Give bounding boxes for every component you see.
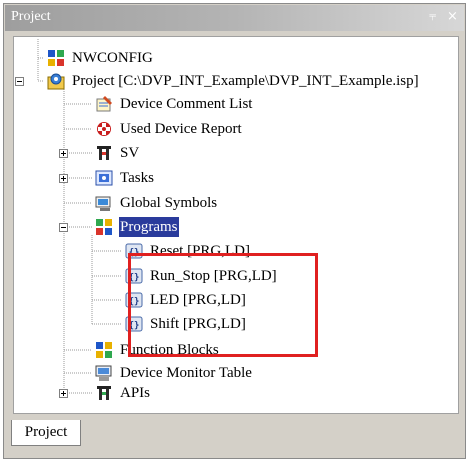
tree-item-programs[interactable]: Programs xyxy=(94,216,179,238)
tree-item-label: Tasks xyxy=(120,170,154,186)
program-icon: {} xyxy=(125,292,143,308)
tab-label: Project xyxy=(24,424,68,440)
tree-item-sv[interactable]: SV xyxy=(94,142,140,164)
svg-text:{}: {} xyxy=(129,297,140,307)
tree-item-tasks[interactable]: Tasks xyxy=(94,167,155,189)
nwconfig-icon xyxy=(48,50,64,66)
tree-item-program-shift[interactable]: {} Shift [PRG,LD] xyxy=(124,313,247,335)
expand-toggle-sv[interactable] xyxy=(59,149,68,158)
device-report-icon xyxy=(97,122,111,136)
panel-tab-strip: Project xyxy=(5,416,464,458)
tree-item-label: LED [PRG,LD] xyxy=(150,292,246,308)
tree-item-label: Device Monitor Table xyxy=(120,365,252,381)
project-tree[interactable]: NWCONFIG Project [C:\DVP_INT_Example\DVP… xyxy=(13,36,459,414)
pin-icon[interactable]: ⫧ xyxy=(429,10,436,24)
expand-toggle-apis[interactable] xyxy=(59,389,68,398)
global-symbols-icon xyxy=(95,196,111,211)
panel-title-bar: Project ⫧ × xyxy=(5,5,464,31)
tree-item-label: Global Symbols xyxy=(120,195,218,211)
tree-item-project[interactable]: Project [C:\DVP_INT_Example\DVP_INT_Exam… xyxy=(46,70,420,92)
programs-icon xyxy=(96,219,112,235)
function-blocks-icon xyxy=(96,342,112,358)
tab-project[interactable]: Project xyxy=(11,420,81,446)
apis-icon xyxy=(97,386,111,400)
tree-item-used-device-report[interactable]: Used Device Report xyxy=(94,118,243,140)
tree-item-device-monitor-table[interactable]: Device Monitor Table xyxy=(94,362,253,384)
program-icon: {} xyxy=(125,268,143,284)
panel-title: Project xyxy=(11,9,51,24)
tree-item-program-run-stop[interactable]: {} Run_Stop [PRG,LD] xyxy=(124,265,278,287)
svg-text:{}: {} xyxy=(129,321,140,331)
tree-item-program-reset[interactable]: {} Reset [PRG,LD] xyxy=(124,240,251,262)
tree-item-label: Reset [PRG,LD] xyxy=(150,243,250,259)
tree-item-label: SV xyxy=(120,145,140,161)
comment-list-icon xyxy=(96,96,112,112)
monitor-table-icon xyxy=(95,365,112,381)
collapse-toggle-programs[interactable] xyxy=(59,223,68,232)
tree-item-function-blocks[interactable]: Function Blocks xyxy=(94,339,220,361)
svg-text:{}: {} xyxy=(129,273,140,283)
tree-item-label: Project [C:\DVP_INT_Example\DVP_INT_Exam… xyxy=(72,73,419,89)
tree-item-label: Function Blocks xyxy=(120,342,219,358)
program-icon: {} xyxy=(125,243,143,259)
tree-item-global-symbols[interactable]: Global Symbols xyxy=(94,192,218,214)
tasks-icon xyxy=(95,170,113,186)
tree-item-label: Shift [PRG,LD] xyxy=(150,316,246,332)
expand-toggle-tasks[interactable] xyxy=(59,174,68,183)
project-icon xyxy=(47,73,65,90)
tree-item-nwconfig[interactable]: NWCONFIG xyxy=(46,47,154,69)
tree-item-label: Used Device Report xyxy=(120,121,242,137)
tree-item-label: NWCONFIG xyxy=(72,50,153,66)
svg-text:{}: {} xyxy=(129,248,140,258)
tree-item-apis[interactable]: APIs xyxy=(94,382,151,404)
program-icon: {} xyxy=(125,316,143,332)
tree-item-program-led[interactable]: {} LED [PRG,LD] xyxy=(124,289,247,311)
project-panel: Project ⫧ × NWCONFIG Project [C:\DVP_INT… xyxy=(3,3,466,459)
tree-item-label: APIs xyxy=(120,385,151,401)
tree-item-label: Run_Stop [PRG,LD] xyxy=(150,268,277,284)
tree-item-label: Programs xyxy=(119,217,179,237)
tree-item-label: Device Comment List xyxy=(120,96,253,112)
tree-item-device-comment-list[interactable]: Device Comment List xyxy=(94,93,253,115)
close-icon[interactable]: × xyxy=(447,10,458,24)
sv-icon xyxy=(97,146,111,160)
collapse-toggle-project[interactable] xyxy=(15,77,24,86)
